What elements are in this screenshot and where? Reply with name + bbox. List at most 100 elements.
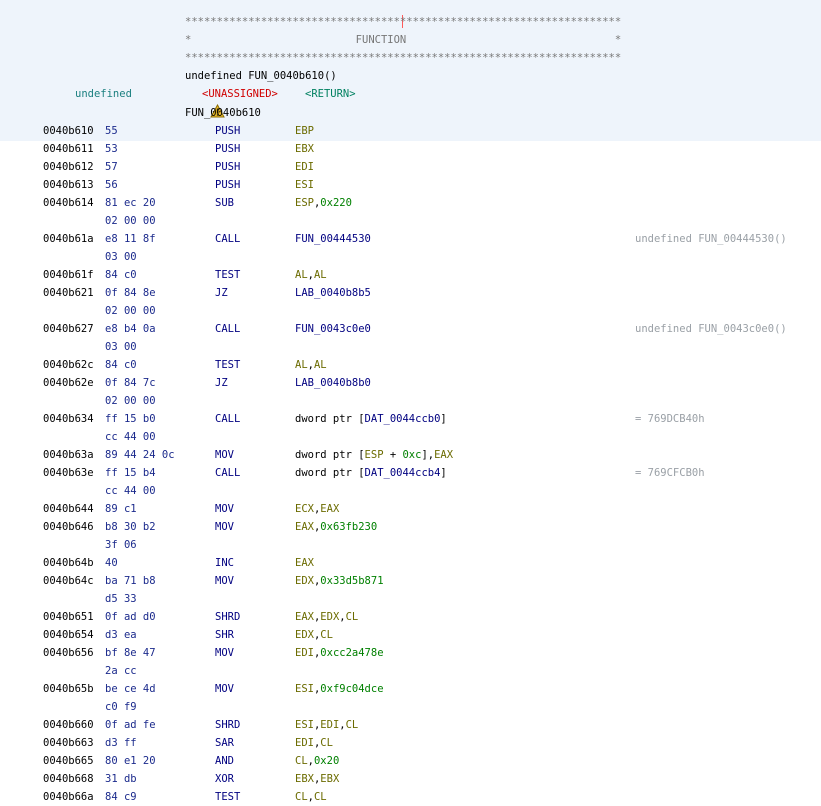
address[interactable]: 0040b614	[43, 194, 94, 212]
return-label[interactable]: <RETURN>	[305, 85, 356, 103]
address[interactable]: 0040b654	[43, 626, 94, 644]
mnemonic[interactable]: SAR	[215, 734, 234, 752]
operands[interactable]: dword ptr [DAT_0044ccb0]	[295, 410, 447, 428]
mnemonic[interactable]: PUSH	[215, 158, 240, 176]
mnemonic[interactable]: MOV	[215, 446, 234, 464]
operands[interactable]: FUN_00444530	[295, 230, 371, 248]
address[interactable]: 0040b621	[43, 284, 94, 302]
listing-row[interactable]: 0040b668 31 db XOR EBX,EBX	[0, 770, 821, 788]
operands[interactable]: EBX	[295, 140, 314, 158]
listing-row[interactable]: 0040b646 b8 30 b2 MOV EAX,0x63fb230	[0, 518, 821, 536]
operands[interactable]: FUN_0043c0e0	[295, 320, 371, 338]
listing-row[interactable]: 0040b610 55 PUSH EBP	[0, 122, 821, 140]
mnemonic[interactable]: CALL	[215, 464, 240, 482]
mnemonic[interactable]: CALL	[215, 320, 240, 338]
mnemonic[interactable]: JZ	[215, 284, 228, 302]
address[interactable]: 0040b660	[43, 716, 94, 734]
operands[interactable]: EDI,0xcc2a478e	[295, 644, 384, 662]
operands[interactable]: EBP	[295, 122, 314, 140]
mnemonic[interactable]: INC	[215, 554, 234, 572]
address[interactable]: 0040b61f	[43, 266, 94, 284]
address[interactable]: 0040b66a	[43, 788, 94, 806]
operands[interactable]: EDX,0x33d5b871	[295, 572, 384, 590]
address[interactable]: 0040b63a	[43, 446, 94, 464]
address[interactable]: 0040b62c	[43, 356, 94, 374]
mnemonic[interactable]: AND	[215, 752, 234, 770]
listing-row[interactable]: 0040b66a 84 c9 TEST CL,CL	[0, 788, 821, 806]
listing-row[interactable]: 0040b63a 89 44 24 0c MOV dword ptr [ESP + 0…	[0, 446, 821, 464]
listing-row[interactable]: 0040b613 56 PUSH ESI	[0, 176, 821, 194]
listing-row[interactable]: 0040b61a e8 11 8f CALL FUN_00444530 undefine…	[0, 230, 821, 248]
listing-row[interactable]: 0040b614 81 ec 20 SUB ESP,0x220	[0, 194, 821, 212]
mnemonic[interactable]: MOV	[215, 518, 234, 536]
address[interactable]: 0040b646	[43, 518, 94, 536]
mnemonic[interactable]: PUSH	[215, 140, 240, 158]
listing-row[interactable]: 0040b644 89 c1 MOV ECX,EAX	[0, 500, 821, 518]
operands[interactable]: ESI	[295, 176, 314, 194]
operands[interactable]: EDI	[295, 158, 314, 176]
mnemonic[interactable]: TEST	[215, 788, 240, 806]
listing-row[interactable]: 0040b64c ba 71 b8 MOV EDX,0x33d5b871	[0, 572, 821, 590]
operands[interactable]: CL,CL	[295, 788, 327, 806]
listing-row[interactable]: 02 00 00	[0, 392, 821, 410]
mnemonic[interactable]: TEST	[215, 266, 240, 284]
address[interactable]: 0040b65b	[43, 680, 94, 698]
listing-row[interactable]: c0 f9	[0, 698, 821, 716]
address[interactable]: 0040b644	[43, 500, 94, 518]
listing-row[interactable]: 0040b65b be ce 4d MOV ESI,0xf9c04dce	[0, 680, 821, 698]
listing-row[interactable]: 03 00	[0, 248, 821, 266]
mnemonic[interactable]: TEST	[215, 356, 240, 374]
operands[interactable]: ECX,EAX	[295, 500, 339, 518]
listing-row[interactable]: 02 00 00	[0, 212, 821, 230]
mnemonic[interactable]: XOR	[215, 770, 234, 788]
listing-row[interactable]: 0040b63e ff 15 b4 CALL dword ptr [DAT_0044c…	[0, 464, 821, 482]
mnemonic[interactable]: MOV	[215, 680, 234, 698]
mnemonic[interactable]: SUB	[215, 194, 234, 212]
address[interactable]: 0040b668	[43, 770, 94, 788]
mnemonic[interactable]: MOV	[215, 500, 234, 518]
listing-row[interactable]: 0040b663 d3 ff SAR EDI,CL	[0, 734, 821, 752]
return-type[interactable]: undefined	[75, 85, 132, 103]
operands[interactable]: EDI,CL	[295, 734, 333, 752]
mnemonic[interactable]: JZ	[215, 374, 228, 392]
address[interactable]: 0040b612	[43, 158, 94, 176]
mnemonic[interactable]: CALL	[215, 410, 240, 428]
operands[interactable]: EDX,CL	[295, 626, 333, 644]
operands[interactable]: AL,AL	[295, 266, 327, 284]
operands[interactable]: ESP,0x220	[295, 194, 352, 212]
function-label[interactable]: FUN_0040b610	[185, 104, 261, 122]
listing-row[interactable]: 03 00	[0, 338, 821, 356]
mnemonic[interactable]: CALL	[215, 230, 240, 248]
operands[interactable]: ESI,EDI,CL	[295, 716, 358, 734]
return-row[interactable]: undefined <UNASSIGNED> <RETURN>	[0, 85, 821, 118]
operands[interactable]: EAX,0x63fb230	[295, 518, 377, 536]
address[interactable]: 0040b61a	[43, 230, 94, 248]
address[interactable]: 0040b611	[43, 140, 94, 158]
operand-lbl[interactable]: LAB_0040b8b0	[295, 377, 371, 389]
operands[interactable]: CL,0x20	[295, 752, 339, 770]
listing-row[interactable]: cc 44 00	[0, 428, 821, 446]
listing-row[interactable]: 0040b651 0f ad d0 SHRD EAX,EDX,CL	[0, 608, 821, 626]
function-signature-row[interactable]: undefined FUN_0040b610()	[0, 67, 821, 85]
function-label-row[interactable]: FUN_0040b610	[0, 104, 821, 122]
listing-row[interactable]: 0040b62e 0f 84 7c JZ LAB_0040b8b0	[0, 374, 821, 392]
address[interactable]: 0040b656	[43, 644, 94, 662]
address[interactable]: 0040b651	[43, 608, 94, 626]
mnemonic[interactable]: PUSH	[215, 122, 240, 140]
listing-row[interactable]: 0040b621 0f 84 8e JZ LAB_0040b8b5	[0, 284, 821, 302]
address[interactable]: 0040b610	[43, 122, 94, 140]
listing-row[interactable]: 02 00 00	[0, 302, 821, 320]
listing-row[interactable]: 0040b612 57 PUSH EDI	[0, 158, 821, 176]
listing-row[interactable]: 0040b654 d3 ea SHR EDX,CL	[0, 626, 821, 644]
listing-row[interactable]: 3f 06	[0, 536, 821, 554]
address[interactable]: 0040b64b	[43, 554, 94, 572]
listing-row[interactable]: 0040b665 80 e1 20 AND CL,0x20	[0, 752, 821, 770]
mnemonic[interactable]: SHRD	[215, 608, 240, 626]
mnemonic[interactable]: PUSH	[215, 176, 240, 194]
operand-dat[interactable]: DAT_0044ccb4	[365, 467, 441, 479]
listing-row[interactable]: 0040b656 bf 8e 47 MOV EDI,0xcc2a478e	[0, 644, 821, 662]
address[interactable]: 0040b613	[43, 176, 94, 194]
operands[interactable]: EBX,EBX	[295, 770, 339, 788]
address[interactable]: 0040b64c	[43, 572, 94, 590]
listing-row[interactable]: 0040b61f 84 c0 TEST AL,AL	[0, 266, 821, 284]
